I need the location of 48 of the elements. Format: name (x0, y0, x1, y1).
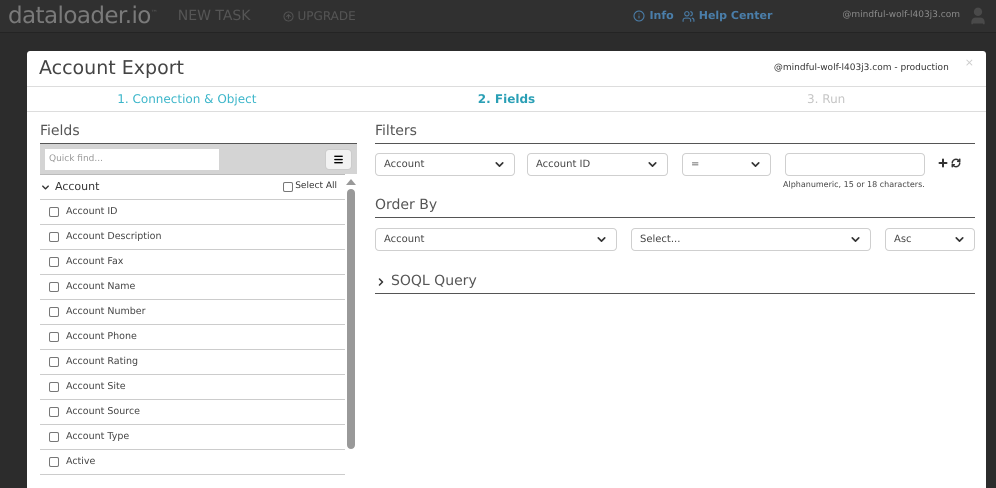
field-name[interactable]: Account Number (66, 304, 146, 320)
checkbox[interactable] (49, 357, 59, 367)
checkbox[interactable] (49, 457, 59, 467)
dialog-title: Account Export (39, 56, 184, 82)
users-icon (682, 10, 695, 22)
field-name[interactable]: Account ID (66, 204, 118, 220)
select-all-label[interactable]: Select All (295, 180, 337, 194)
refresh-icon[interactable] (950, 158, 961, 168)
select-dropdown[interactable]: = (682, 153, 771, 176)
field-name[interactable]: Account Name (66, 280, 136, 294)
field-name[interactable]: Active (66, 454, 96, 470)
quick-find-field[interactable]: Quick find... (45, 148, 219, 170)
checkbox[interactable] (283, 182, 294, 192)
scrollbar-thumb[interactable] (347, 189, 355, 449)
info-icon (633, 10, 646, 22)
add-filter-icon[interactable] (936, 157, 949, 169)
select-dropdown[interactable]: Select... (631, 228, 871, 251)
checkbox[interactable] (49, 332, 59, 342)
menu-icon (333, 154, 344, 164)
field-name[interactable]: Account Rating (66, 354, 138, 370)
connection-label: @mindful-wolf-l403j3.com - production (774, 62, 949, 75)
list-menu-button[interactable] (325, 148, 352, 170)
filters-heading: Filters (375, 121, 975, 144)
checkbox[interactable] (49, 307, 59, 317)
field-name[interactable]: Account Description (66, 230, 162, 244)
field-name[interactable]: Account Type (66, 430, 130, 444)
checkbox[interactable] (49, 207, 59, 217)
select-dropdown[interactable]: Account ID (527, 153, 668, 176)
checkbox[interactable] (49, 232, 59, 242)
checkbox[interactable] (49, 382, 59, 392)
field-name[interactable]: Account Source (66, 404, 140, 420)
checkbox[interactable] (49, 257, 59, 267)
hint-text: Alphanumeric, 15 or 18 characters. (783, 179, 925, 191)
select-dropdown[interactable]: Account (375, 153, 515, 176)
field-name[interactable]: Account Site (66, 380, 126, 394)
user-email: @mindful-wolf-l403j3.com (842, 9, 960, 22)
soql-query-toggle[interactable]: SOQL Query (375, 271, 975, 294)
checkbox[interactable] (49, 282, 59, 292)
upgrade-icon (282, 10, 294, 22)
select-dropdown[interactable]: Asc (885, 228, 975, 251)
field-name[interactable]: Account Phone (66, 330, 137, 344)
field-name[interactable]: Account Fax (66, 254, 124, 270)
checkbox[interactable] (49, 407, 59, 417)
account-group-toggle[interactable]: Account (40, 178, 100, 196)
order-by-heading: Order By (375, 195, 975, 218)
select-dropdown[interactable]: Account (375, 228, 617, 251)
filter-value-field[interactable] (784, 153, 925, 176)
checkbox[interactable] (49, 432, 59, 442)
